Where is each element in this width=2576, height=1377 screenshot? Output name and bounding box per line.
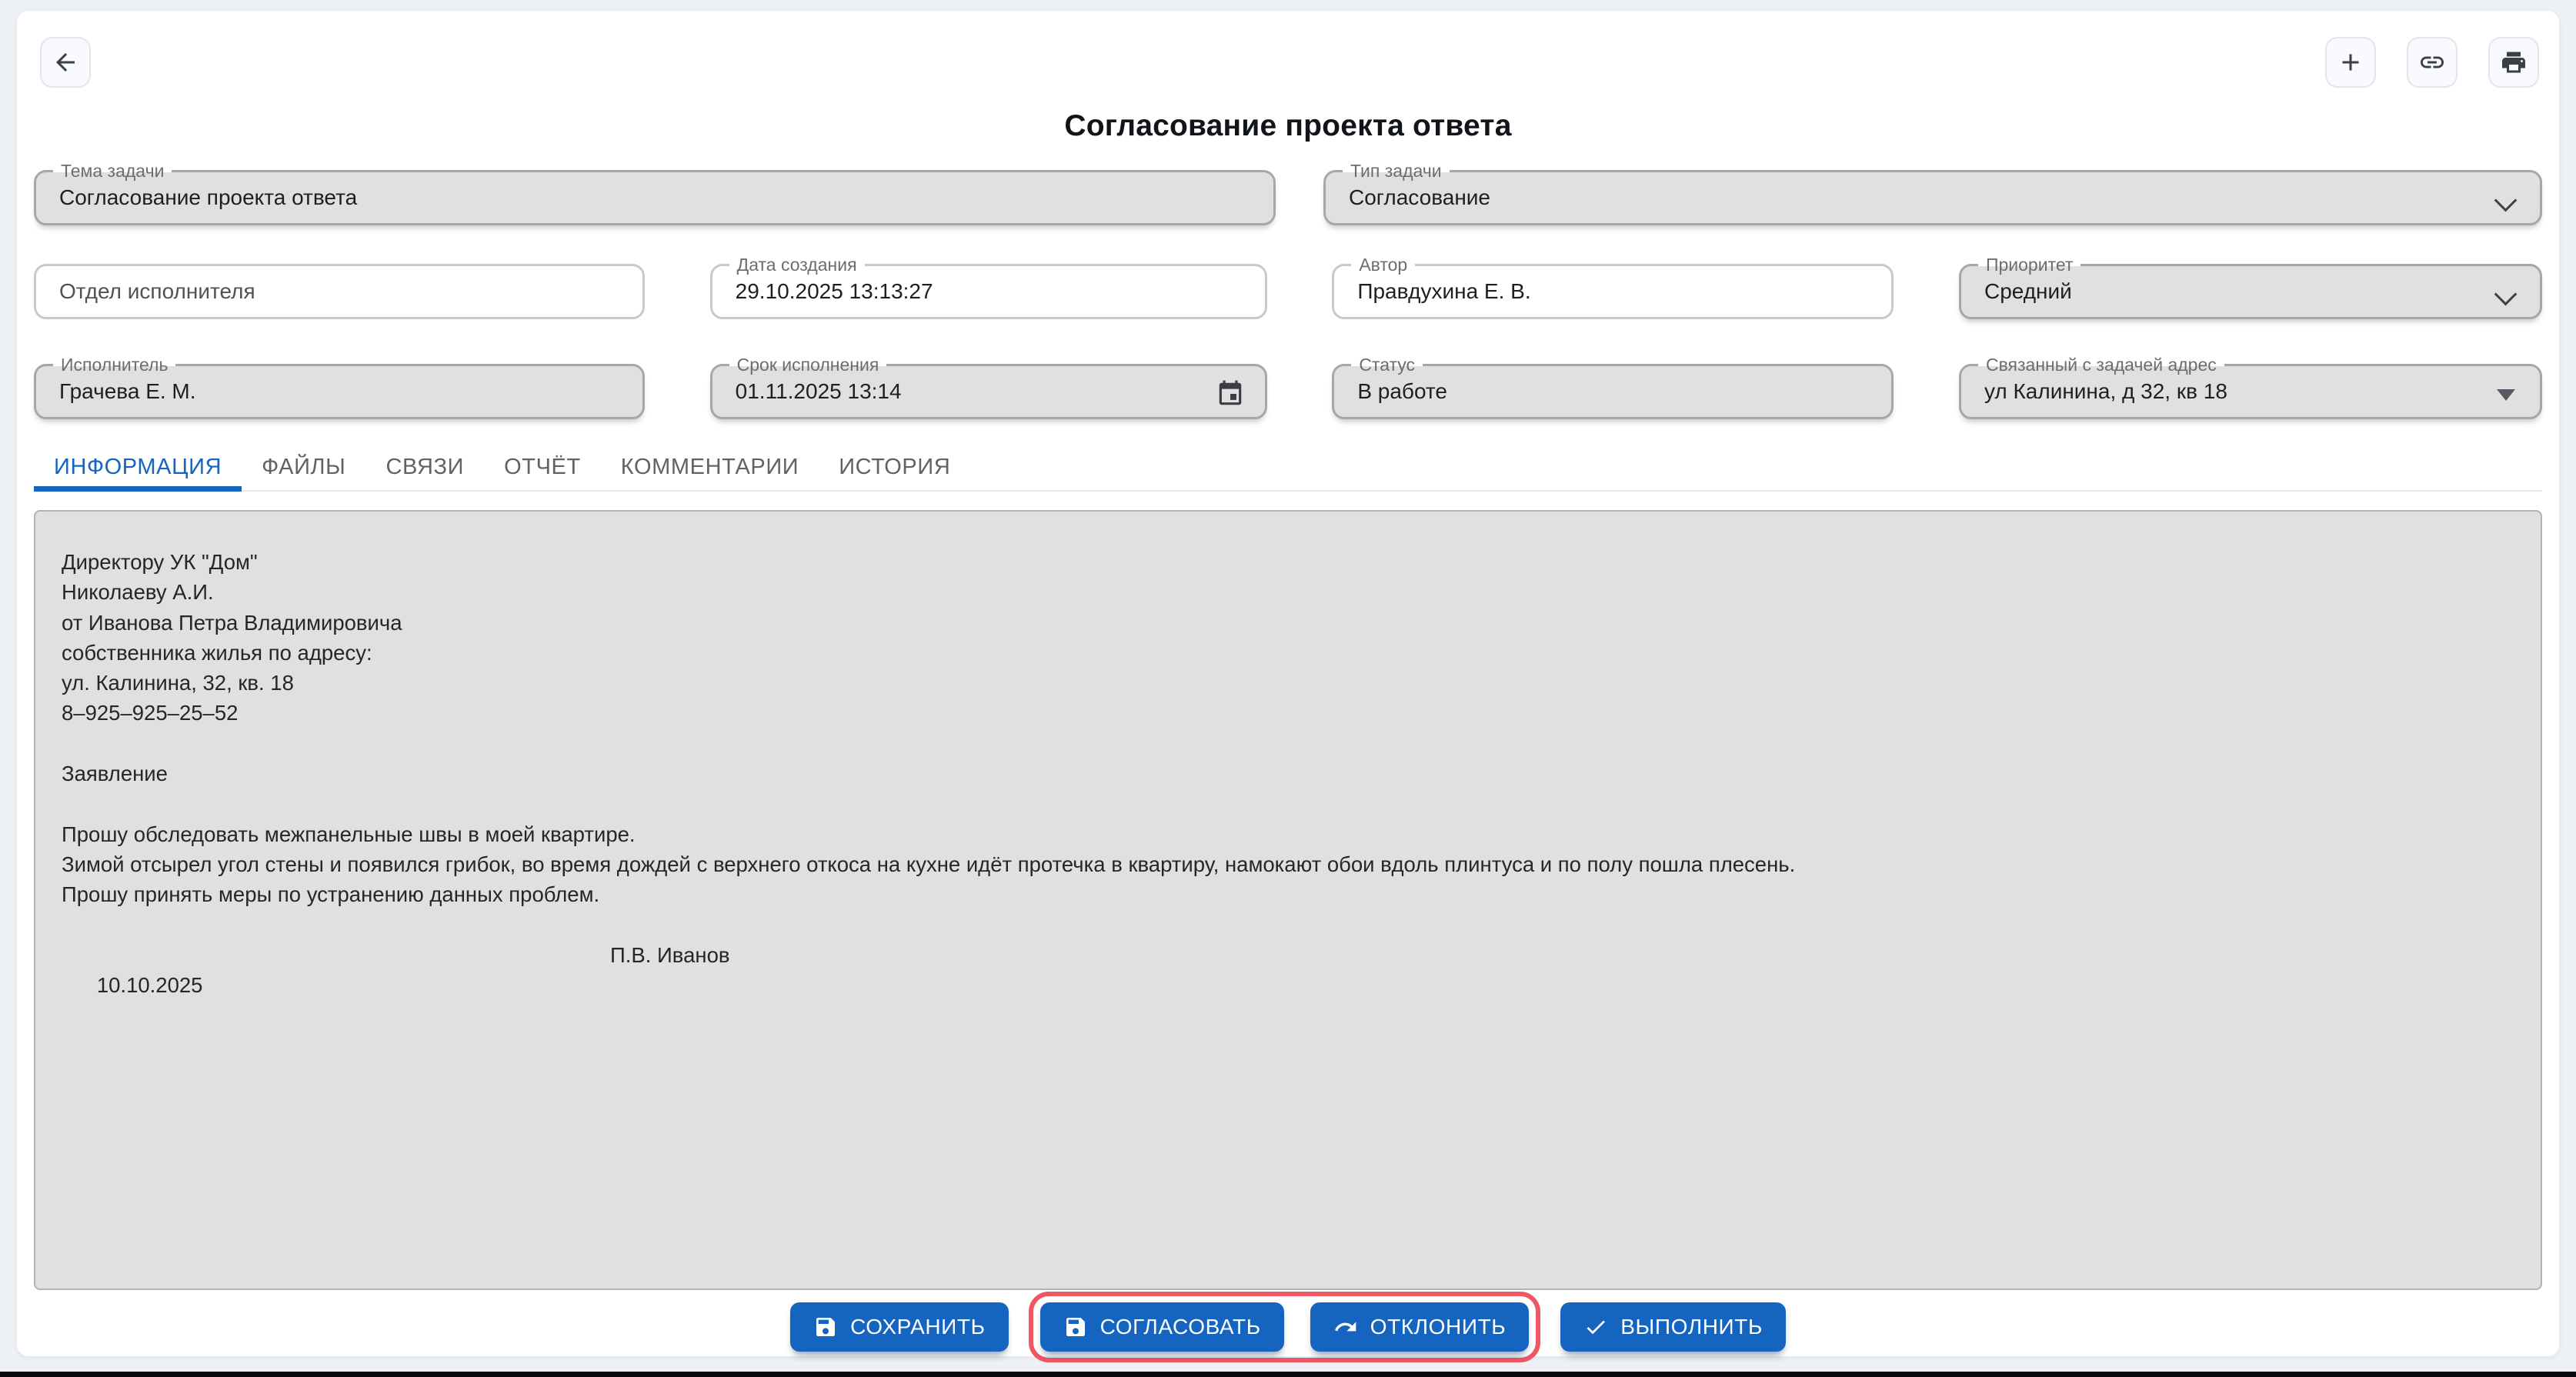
type-select-label: Тип задачи <box>1343 161 1450 181</box>
executor-field-label: Исполнитель <box>53 355 175 375</box>
add-button[interactable] <box>2325 37 2376 88</box>
document-line: Прошу обследовать межпанельные швы в мое… <box>62 819 2510 849</box>
document-line: собственника жилья по адресу: <box>62 638 2510 668</box>
author-field-value: Правдухина Е. В. <box>1334 279 1584 304</box>
department-input-placeholder: Отдел исполнителя <box>36 279 309 304</box>
save-button[interactable]: СОХРАНИТЬ <box>790 1302 1009 1352</box>
address-select-label: Связанный с задачей адрес <box>1978 355 2224 375</box>
check-icon <box>1583 1315 1608 1339</box>
execute-button-label: ВЫПОЛНИТЬ <box>1620 1315 1763 1339</box>
footer-actions: СОХРАНИТЬ СОГЛАСОВАТЬ ОТКЛОНИТЬ ВЫПОЛНИТ… <box>17 1292 2559 1362</box>
status-field-label: Статус <box>1351 355 1423 375</box>
document-line: от Иванова Петра Владимировича <box>62 608 2510 638</box>
deadline-field-label: Срок исполнения <box>729 355 887 375</box>
triangle-down-icon <box>2497 389 2515 401</box>
approve-button-label: СОГЛАСОВАТЬ <box>1100 1315 1261 1339</box>
execute-button[interactable]: ВЫПОЛНИТЬ <box>1560 1302 1786 1352</box>
tab-report[interactable]: ОТЧЁТ <box>484 444 601 490</box>
author-field[interactable]: Автор Правдухина Е. В. <box>1332 264 1894 319</box>
theme-field-label: Тема задачи <box>53 161 172 181</box>
author-field-label: Автор <box>1351 255 1415 275</box>
document-line <box>62 789 2510 819</box>
department-input[interactable]: Отдел исполнителя <box>34 264 645 319</box>
document-line: Зимой отсырел угол стены и появился гриб… <box>62 849 2510 879</box>
address-select[interactable]: Связанный с задачей адрес ул Калинина, д… <box>1959 364 2542 419</box>
executor-field: Исполнитель Грачева Е. М. <box>34 364 645 419</box>
tab-comments[interactable]: КОММЕНТАРИИ <box>601 444 819 490</box>
tab-links[interactable]: СВЯЗИ <box>365 444 484 490</box>
link-button[interactable] <box>2407 37 2458 88</box>
priority-select-label: Приоритет <box>1978 255 2080 275</box>
tab-history[interactable]: ИСТОРИЯ <box>819 444 970 490</box>
document-line: Прошу принять меры по устранению данных … <box>62 879 2510 909</box>
bottom-edge-bar <box>0 1372 2576 1377</box>
document-textarea[interactable]: Директору УК "Дом" Николаеву А.И. от Ива… <box>34 510 2542 1290</box>
document-line: Николаеву А.И. <box>62 577 2510 607</box>
document-line: ул. Калинина, 32, кв. 18 <box>62 668 2510 698</box>
calendar-icon[interactable] <box>1216 379 1245 408</box>
link-icon <box>2418 48 2446 76</box>
document-line <box>62 910 2510 940</box>
deadline-field-value: 01.11.2025 13:14 <box>712 379 956 404</box>
reject-button[interactable]: ОТКЛОНИТЬ <box>1310 1302 1530 1352</box>
page-title: Согласование проекта ответа <box>17 109 2559 143</box>
redo-icon <box>1333 1315 1358 1339</box>
executor-field-value: Грачева Е. М. <box>36 379 250 404</box>
tab-bar: ИНФОРМАЦИЯ ФАЙЛЫ СВЯЗИ ОТЧЁТ КОММЕНТАРИИ… <box>34 444 2542 492</box>
approve-button[interactable]: СОГЛАСОВАТЬ <box>1040 1302 1284 1352</box>
plus-icon <box>2337 48 2364 76</box>
document-line: 8–925–925–25–52 <box>62 698 2510 728</box>
status-field: Статус В работе <box>1332 364 1894 419</box>
priority-select-value: Средний <box>1961 279 2126 304</box>
document-line <box>62 729 2510 759</box>
document-sign-row: 10.10.2025 П.В. Иванов <box>62 940 2510 1061</box>
chevron-down-icon <box>2494 189 2518 212</box>
created-field-label: Дата создания <box>729 255 865 275</box>
highlighted-actions-outline: СОГЛАСОВАТЬ ОТКЛОНИТЬ <box>1029 1292 1541 1362</box>
type-select[interactable]: Тип задачи Согласование <box>1323 170 2542 225</box>
document-line: Заявление <box>62 759 2510 789</box>
print-button[interactable] <box>2488 37 2539 88</box>
deadline-field: Срок исполнения 01.11.2025 13:14 <box>710 364 1267 419</box>
tab-information[interactable]: ИНФОРМАЦИЯ <box>34 444 242 490</box>
task-card: Согласование проекта ответа Тема задачи … <box>16 10 2560 1357</box>
priority-select[interactable]: Приоритет Средний <box>1959 264 2542 319</box>
tab-files[interactable]: ФАЙЛЫ <box>242 444 365 490</box>
printer-icon <box>2500 48 2528 76</box>
document-signature: П.В. Иванов <box>610 940 729 970</box>
type-select-value: Согласование <box>1326 185 1544 210</box>
save-button-label: СОХРАНИТЬ <box>850 1315 986 1339</box>
address-select-value: ул Калинина, д 32, кв 18 <box>1961 379 2281 404</box>
save-icon <box>1063 1315 1088 1339</box>
created-field-value: 29.10.2025 13:13:27 <box>712 279 987 304</box>
toolbar-actions <box>2325 37 2539 88</box>
reject-button-label: ОТКЛОНИТЬ <box>1370 1315 1507 1339</box>
arrow-left-icon <box>52 48 79 76</box>
theme-field-value: Согласование проекта ответа <box>36 185 411 210</box>
back-button[interactable] <box>40 37 91 88</box>
status-field-value: В работе <box>1334 379 1501 404</box>
document-line: Директору УК "Дом" <box>62 547 2510 577</box>
document-date: 10.10.2025 <box>97 973 203 997</box>
created-field[interactable]: Дата создания 29.10.2025 13:13:27 <box>710 264 1267 319</box>
theme-field: Тема задачи Согласование проекта ответа <box>34 170 1276 225</box>
save-icon <box>813 1315 838 1339</box>
chevron-down-icon <box>2494 283 2518 306</box>
